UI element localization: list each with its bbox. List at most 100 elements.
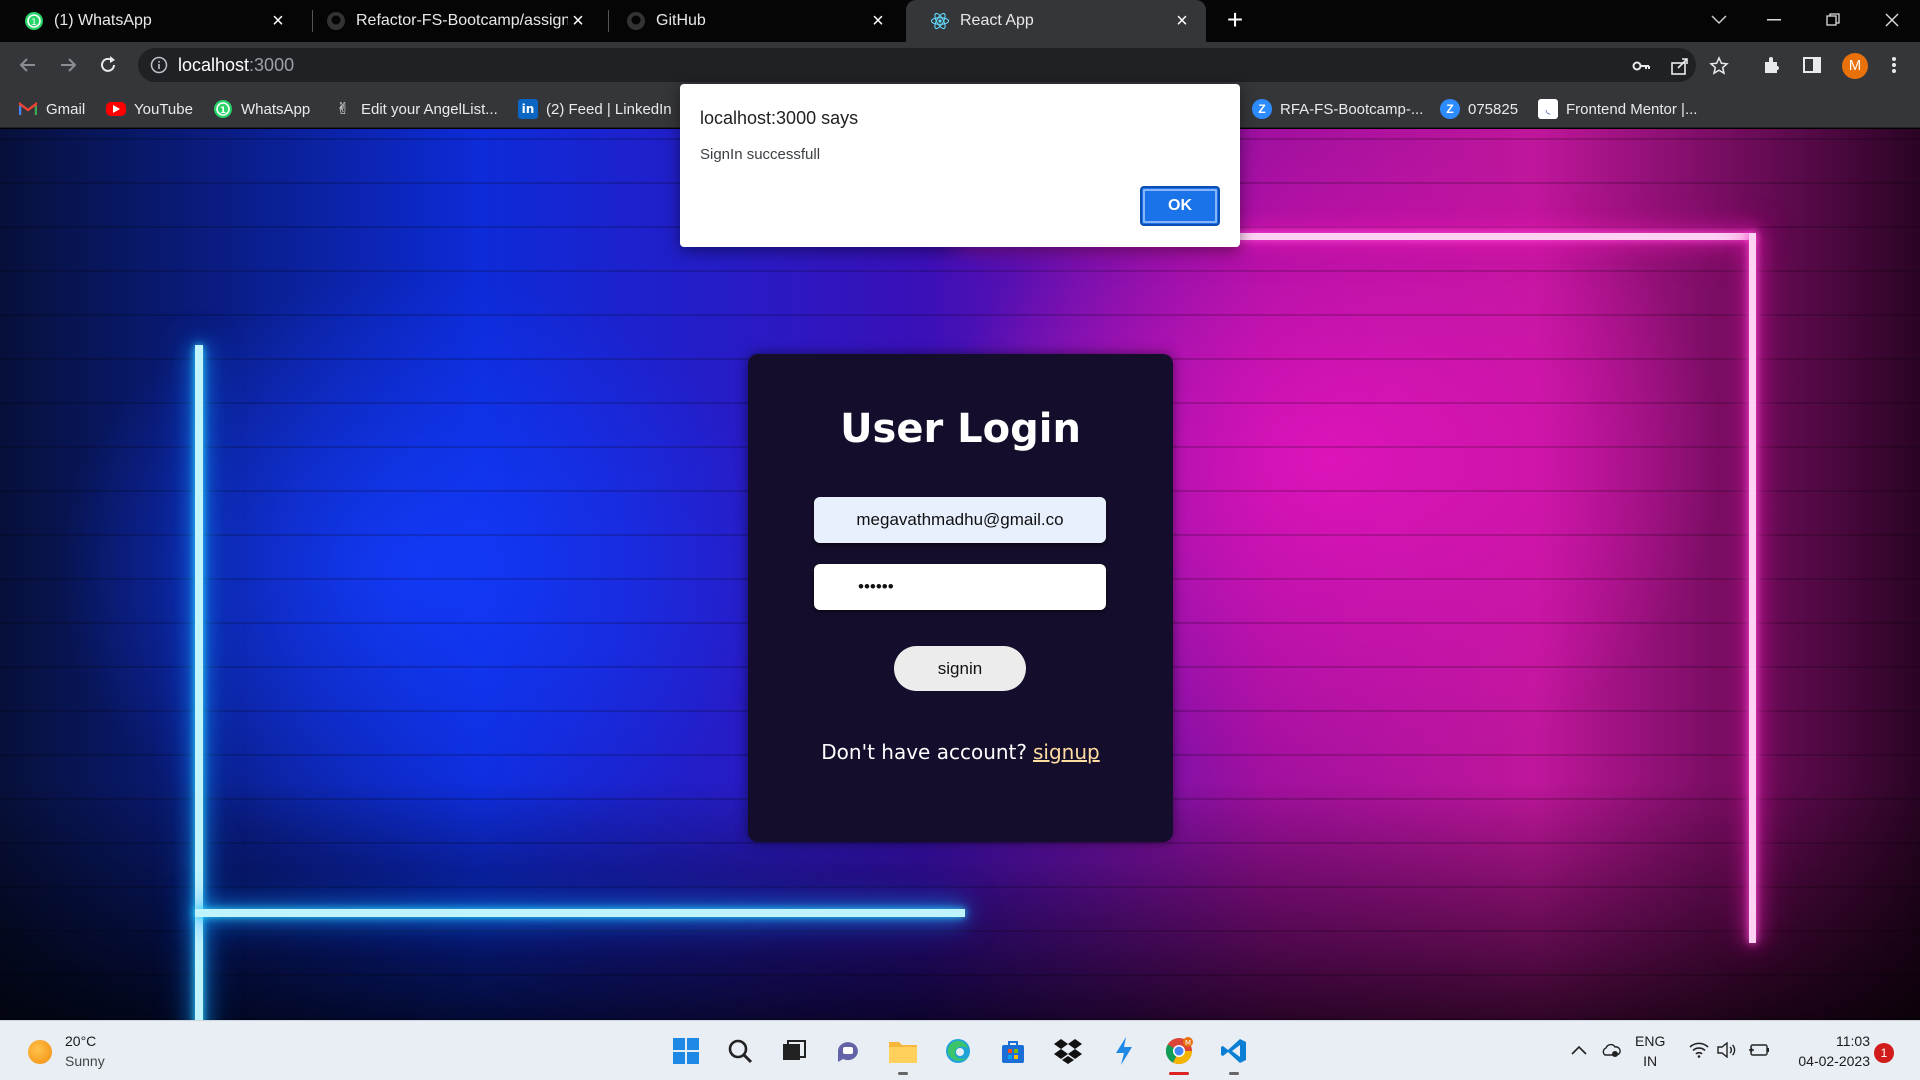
alert-title: localhost:3000 says	[700, 108, 859, 128]
minimize-button[interactable]	[1750, 0, 1798, 40]
bookmark-frontend-mentor[interactable]: ◟ Frontend Mentor |...	[1538, 98, 1697, 120]
power-automate-icon[interactable]	[1106, 1033, 1142, 1069]
forward-button[interactable]	[54, 51, 82, 79]
sun-icon[interactable]	[28, 1040, 52, 1064]
gmail-icon	[18, 99, 38, 119]
clock-date: 04-02-2023	[1798, 1053, 1870, 1069]
chrome-icon[interactable]: M	[1161, 1033, 1197, 1075]
password-input[interactable]	[814, 564, 1106, 610]
signup-link[interactable]: signup	[1033, 740, 1100, 764]
side-panel-icon[interactable]	[1800, 53, 1824, 77]
linkedin-icon: in	[518, 99, 538, 119]
email-input[interactable]	[814, 497, 1106, 543]
new-tab-button[interactable]: +	[1222, 6, 1248, 34]
tab-label: (1) WhatsApp	[54, 12, 152, 29]
onedrive-icon[interactable]	[1600, 1039, 1622, 1061]
store-icon[interactable]	[995, 1033, 1031, 1069]
login-title: User Login	[840, 406, 1081, 452]
youtube-icon	[106, 102, 126, 116]
browser-tabstrip: 1 (1) WhatsApp × Refactor-FS-Bootcamp/as…	[0, 0, 1920, 42]
neon-line-left	[195, 345, 203, 1020]
browser-toolbar: localhost:3000	[0, 42, 1920, 88]
language-code: ENG	[1635, 1033, 1666, 1049]
close-icon[interactable]: ×	[568, 10, 588, 32]
bookmark-angellist[interactable]: ✌ Edit your AngelList...	[333, 98, 497, 120]
alert-dialog: localhost:3000 says SignIn successfull O…	[680, 84, 1240, 247]
bookmark-youtube[interactable]: YouTube	[106, 98, 193, 120]
tab-label: React App	[960, 12, 1034, 29]
close-window-button[interactable]	[1868, 0, 1916, 40]
close-icon[interactable]: ×	[268, 10, 288, 32]
windows-taskbar: 20°C Sunny M ENG IN 11:03 04-02-2023 1	[0, 1020, 1920, 1080]
close-icon[interactable]: ×	[868, 10, 888, 32]
reload-button[interactable]	[94, 51, 122, 79]
share-icon[interactable]	[1669, 55, 1691, 77]
tab-github[interactable]: GitHub ×	[602, 0, 902, 42]
start-icon[interactable]	[668, 1033, 704, 1069]
wifi-icon[interactable]	[1688, 1039, 1710, 1061]
zoom-icon: Z	[1440, 99, 1460, 119]
svg-text:1: 1	[220, 106, 226, 116]
react-icon	[930, 11, 950, 31]
battery-icon[interactable]	[1748, 1039, 1770, 1061]
whatsapp-icon: 1	[213, 99, 233, 119]
tab-refactor-bootcamp[interactable]: Refactor-FS-Bootcamp/assignme ×	[302, 0, 602, 42]
site-info-icon[interactable]	[150, 56, 168, 79]
search-icon[interactable]	[722, 1033, 758, 1069]
zoom-icon: Z	[1252, 99, 1272, 119]
edge-icon[interactable]	[940, 1033, 976, 1069]
restore-button[interactable]	[1809, 0, 1857, 40]
page-viewport: User Login signin Don't have account?sig…	[0, 129, 1920, 1020]
bookmark-label: YouTube	[134, 100, 193, 118]
system-clock[interactable]: 11:03 04-02-2023	[1782, 1031, 1870, 1071]
file-explorer-icon[interactable]	[885, 1033, 921, 1075]
bookmark-label: Frontend Mentor |...	[1566, 100, 1698, 118]
bookmark-whatsapp[interactable]: 1 WhatsApp	[213, 98, 310, 120]
bookmark-075825[interactable]: Z 075825	[1440, 98, 1518, 120]
chevron-up-icon[interactable]	[1568, 1039, 1590, 1061]
signup-prompt: Don't have account?	[821, 740, 1027, 764]
menu-kebab-icon[interactable]	[1882, 53, 1906, 77]
signup-row: Don't have account? signup	[748, 740, 1173, 764]
bookmark-gmail[interactable]: Gmail	[18, 98, 85, 120]
teams-chat-icon[interactable]	[830, 1033, 866, 1069]
svg-text:M: M	[1185, 1039, 1191, 1047]
bookmark-label: Gmail	[46, 100, 86, 118]
ok-button[interactable]: OK	[1140, 186, 1220, 226]
neon-line-bottom	[195, 909, 965, 917]
alert-message: SignIn successfull	[700, 146, 821, 163]
bookmark-linkedin[interactable]: in (2) Feed | LinkedIn	[518, 98, 672, 120]
tab-label: GitHub	[656, 12, 706, 29]
bookmark-star-icon[interactable]	[1708, 55, 1730, 77]
address-bar[interactable]: localhost:3000	[138, 48, 1729, 82]
github-icon	[626, 11, 646, 31]
back-button[interactable]	[14, 51, 42, 79]
login-card: User Login signin Don't have account?sig…	[748, 354, 1173, 842]
volume-icon[interactable]	[1716, 1039, 1738, 1061]
task-view-icon[interactable]	[776, 1033, 812, 1069]
key-icon[interactable]	[1630, 55, 1652, 77]
bookmark-rfa-bootcamp[interactable]: Z RFA-FS-Bootcamp-...	[1252, 98, 1423, 120]
clock-time: 11:03	[1836, 1033, 1870, 1049]
language-indicator[interactable]: ENG IN	[1635, 1031, 1665, 1071]
running-indicator	[1229, 1072, 1239, 1075]
close-icon[interactable]: ×	[1172, 10, 1192, 32]
extensions-icon[interactable]	[1760, 53, 1784, 77]
tab-label: Refactor-FS-Bootcamp/assignme	[356, 12, 568, 29]
tab-react-app[interactable]: React App ×	[906, 0, 1206, 42]
weather-temperature[interactable]: 20°C	[65, 1033, 96, 1049]
bookmark-label: 075825	[1468, 100, 1519, 118]
bookmark-label: WhatsApp	[241, 100, 311, 118]
tab-whatsapp[interactable]: 1 (1) WhatsApp ×	[0, 0, 302, 42]
vscode-icon[interactable]	[1216, 1033, 1252, 1075]
tab-search-icon[interactable]	[1695, 0, 1743, 40]
dropbox-icon[interactable]	[1050, 1033, 1086, 1069]
weather-condition[interactable]: Sunny	[65, 1053, 105, 1069]
signin-button[interactable]: signin	[894, 646, 1026, 691]
notification-badge[interactable]: 1	[1874, 1043, 1894, 1063]
angellist-icon: ✌	[336, 101, 350, 118]
running-indicator	[898, 1072, 908, 1075]
region-code: IN	[1643, 1053, 1658, 1069]
profile-avatar[interactable]: M	[1842, 53, 1868, 79]
bookmark-label: RFA-FS-Bootcamp-...	[1280, 100, 1424, 118]
